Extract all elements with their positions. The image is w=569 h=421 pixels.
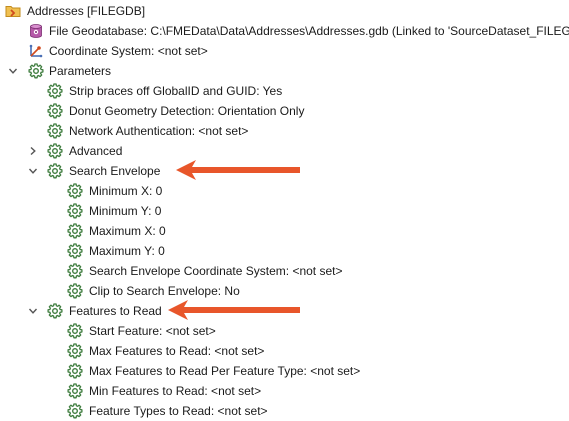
tree-row-parameter[interactable]: Maximum Y: 0 [0,241,569,261]
chevron-down-icon[interactable] [26,163,40,179]
dataset-label: File Geodatabase: C:\FMEData\Data\Addres… [49,24,569,38]
root-label: Addresses [FILEGDB] [27,4,146,18]
gear-icon [66,402,83,419]
folder-chevron-icon [4,2,21,19]
parameter-label: Max Features to Read Per Feature Type: <… [89,364,361,378]
gear-icon [46,142,63,159]
parameter-label: Min Features to Read: <not set> [89,384,262,398]
tree-row-parameter[interactable]: Network Authentication: <not set> [0,121,569,141]
navigator-tree: Addresses [FILEGDB] File Geodatabase: C:… [0,0,569,418]
tree-row-advanced[interactable]: Advanced [0,141,569,161]
search-envelope-label: Search Envelope [69,164,161,178]
tree-row-search-envelope[interactable]: Search Envelope [0,161,569,181]
parameter-label: Clip to Search Envelope: No [89,284,240,298]
gear-icon [66,182,83,199]
chevron-down-icon[interactable] [26,303,40,319]
gear-icon [66,222,83,239]
chevron-right-icon[interactable] [26,143,40,159]
tree-row-dataset[interactable]: File Geodatabase: C:\FMEData\Data\Addres… [0,21,569,41]
tree-row-parameter[interactable]: Feature Types to Read: <not set> [0,401,569,421]
geodatabase-icon [27,22,44,39]
parameter-label: Donut Geometry Detection: Orientation On… [69,104,305,118]
tree-row-parameter[interactable]: Max Features to Read: <not set> [0,341,569,361]
gear-icon [46,302,63,319]
parameter-label: Network Authentication: <not set> [69,124,249,138]
features-to-read-label: Features to Read [69,304,162,318]
tree-row-parameter[interactable]: Strip braces off GlobalID and GUID: Yes [0,81,569,101]
tree-row-parameter[interactable]: Minimum X: 0 [0,181,569,201]
tree-row-parameter[interactable]: Donut Geometry Detection: Orientation On… [0,101,569,121]
gear-icon [27,62,44,79]
parameters-label: Parameters [49,64,112,78]
coordinate-system-icon [27,42,44,59]
parameter-label: Search Envelope Coordinate System: <not … [89,264,343,278]
tree-row-parameter[interactable]: Minimum Y: 0 [0,201,569,221]
parameter-label: Start Feature: <not set> [89,324,216,338]
gear-icon [66,362,83,379]
gear-icon [46,102,63,119]
tree-row-root[interactable]: Addresses [FILEGDB] [0,1,569,21]
coordinate-system-label: Coordinate System: <not set> [49,44,208,58]
chevron-down-icon[interactable] [6,63,20,79]
parameter-label: Max Features to Read: <not set> [89,344,265,358]
tree-row-parameter[interactable]: Clip to Search Envelope: No [0,281,569,301]
gear-icon [66,262,83,279]
gear-icon [66,282,83,299]
gear-icon [46,122,63,139]
advanced-label: Advanced [69,144,123,158]
parameter-label: Minimum Y: 0 [89,204,162,218]
gear-icon [66,322,83,339]
tree-row-features-to-read[interactable]: Features to Read [0,301,569,321]
parameter-label: Maximum X: 0 [89,224,166,238]
gear-icon [46,162,63,179]
tree-row-parameter[interactable]: Maximum X: 0 [0,221,569,241]
tree-row-parameter[interactable]: Search Envelope Coordinate System: <not … [0,261,569,281]
gear-icon [66,202,83,219]
tree-row-parameter[interactable]: Min Features to Read: <not set> [0,381,569,401]
parameter-label: Maximum Y: 0 [89,244,165,258]
parameter-label: Feature Types to Read: <not set> [89,404,268,418]
gear-icon [46,82,63,99]
tree-row-parameter[interactable]: Start Feature: <not set> [0,321,569,341]
parameter-label: Minimum X: 0 [89,184,163,198]
gear-icon [66,342,83,359]
gear-icon [66,382,83,399]
tree-row-coordinate-system[interactable]: Coordinate System: <not set> [0,41,569,61]
gear-icon [66,242,83,259]
tree-row-parameters[interactable]: Parameters [0,61,569,81]
tree-row-parameter[interactable]: Max Features to Read Per Feature Type: <… [0,361,569,381]
parameter-label: Strip braces off GlobalID and GUID: Yes [69,84,283,98]
